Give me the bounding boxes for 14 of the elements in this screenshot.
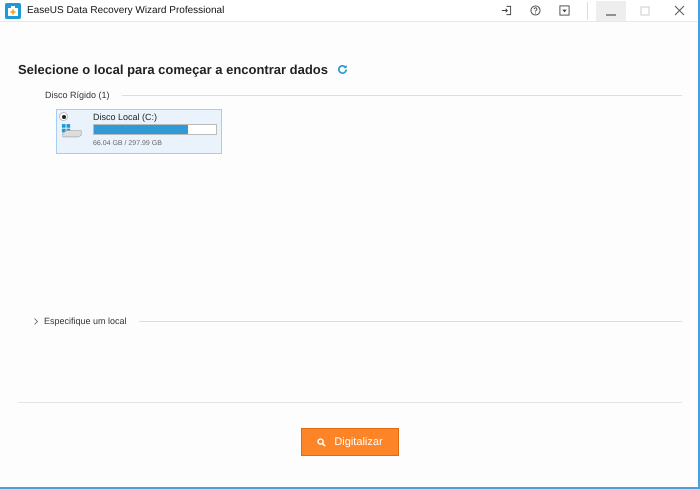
dropdown-icon[interactable]: [559, 5, 570, 16]
chevron-icon: [33, 316, 39, 326]
radio-button[interactable]: [59, 112, 68, 121]
section-label: Disco Rígido (1): [45, 90, 110, 100]
drive-name: Disco Local (C:): [93, 112, 158, 122]
refresh-icon[interactable]: [336, 64, 348, 75]
help-icon[interactable]: [530, 5, 541, 16]
sign-in-icon[interactable]: [501, 5, 512, 16]
search-icon: [317, 438, 326, 446]
window-title: EaseUS Data Recovery Wizard Professional: [27, 5, 224, 16]
page-heading: Selecione o local para começar a encontrar dados: [18, 62, 328, 77]
specify-location-toggle[interactable]: Especifique um local: [33, 316, 127, 326]
hard-drive-icon: [61, 123, 83, 138]
app-logo-icon: [5, 2, 21, 18]
